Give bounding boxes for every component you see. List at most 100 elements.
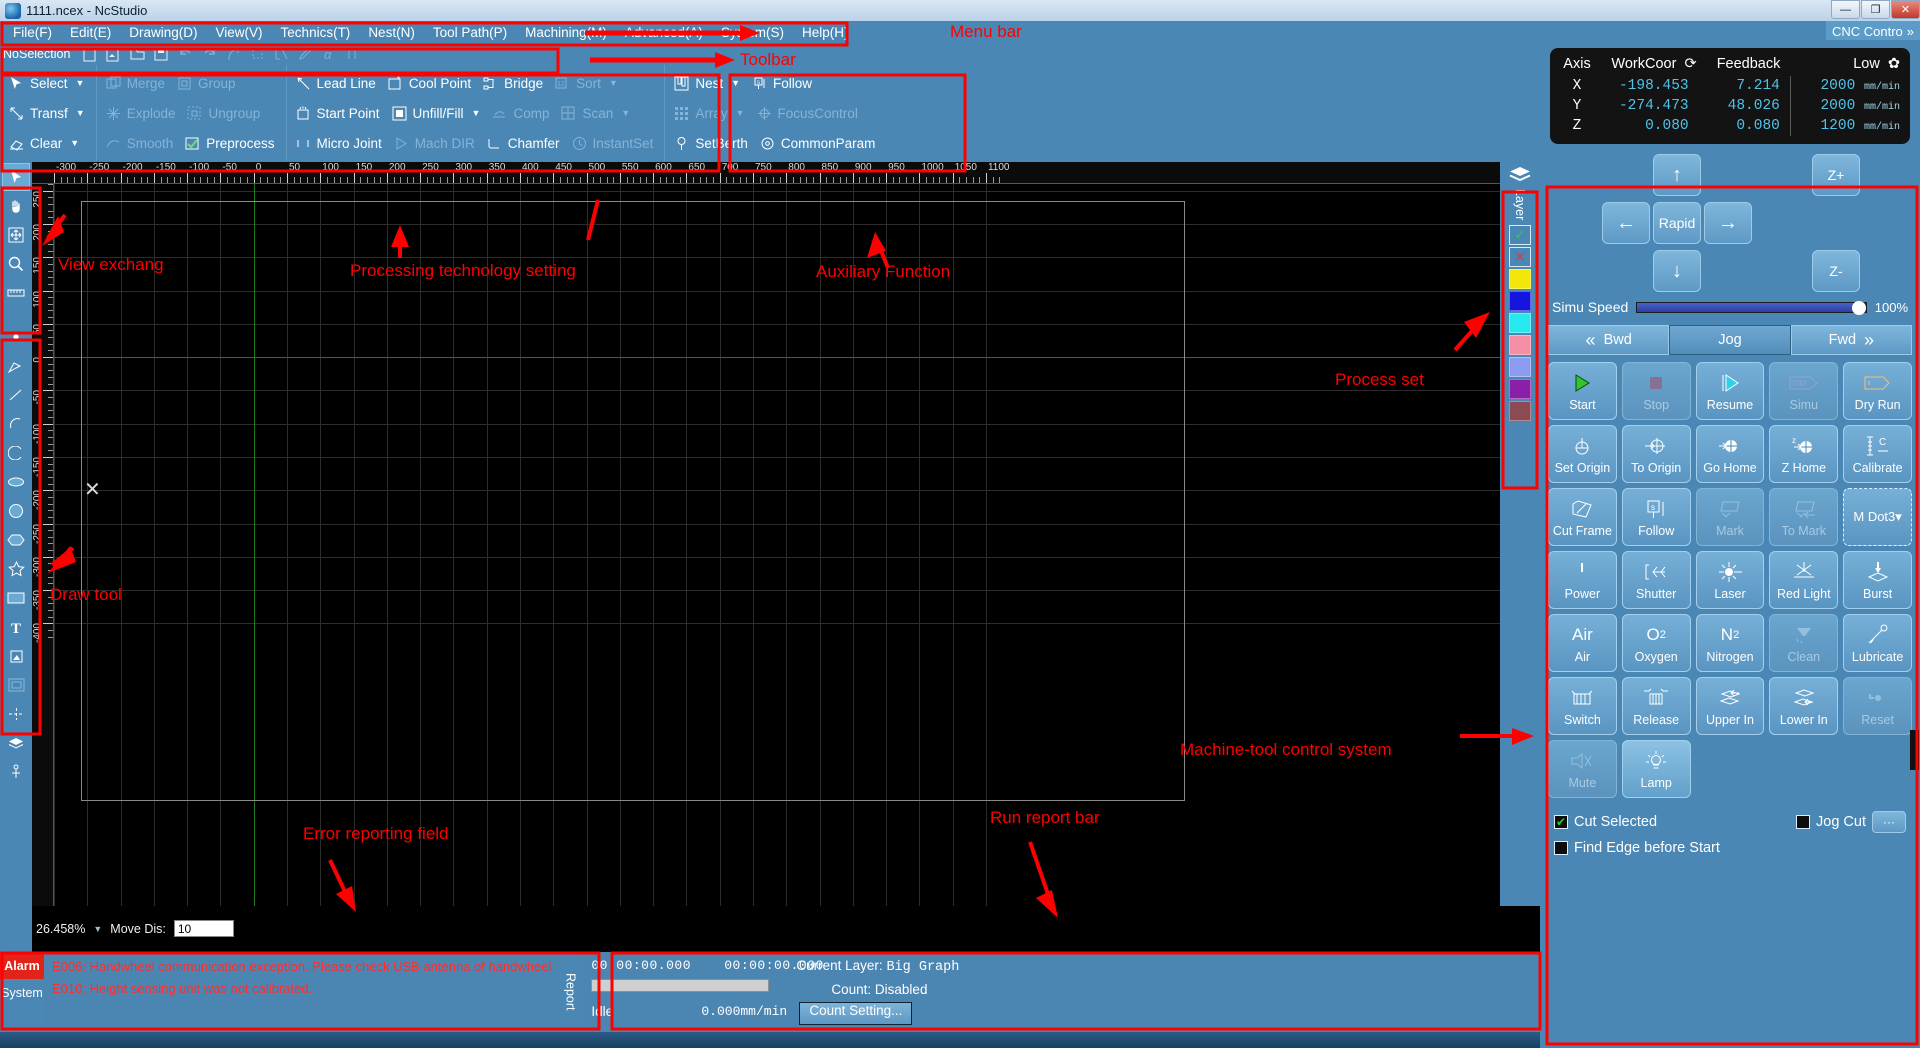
chevron-down-icon[interactable]: ▼ xyxy=(76,108,85,118)
button-calibrate[interactable]: C Calibrate xyxy=(1843,425,1912,483)
button-simu[interactable]: SIM Simu xyxy=(1769,362,1839,420)
panel-scrollbar[interactable] xyxy=(1910,730,1919,770)
close-button[interactable]: ✕ xyxy=(1891,0,1920,19)
button-lubricate[interactable]: Lubricate xyxy=(1843,614,1912,672)
checkbox-cut-selected[interactable]: ✔ xyxy=(1554,815,1568,829)
minimize-button[interactable]: — xyxy=(1831,0,1860,19)
tool-layers-stack-icon[interactable] xyxy=(2,729,30,757)
menu-item-file[interactable]: File(F) xyxy=(4,23,61,42)
button-red-light[interactable]: Red Light xyxy=(1769,551,1839,609)
button-follow[interactable]: s Follow xyxy=(1621,488,1691,546)
tool-arc-icon[interactable] xyxy=(2,439,30,467)
tool-ruler-icon[interactable] xyxy=(2,279,30,307)
tool-zoom-magnifier-icon[interactable] xyxy=(2,250,30,278)
open-folder-icon[interactable] xyxy=(126,45,148,64)
button-lamp[interactable]: Lamp xyxy=(1621,740,1691,798)
ruler-vertical[interactable]: -400 -350 -300 -250 -200 -150 -100 -50 0 50 100 150… xyxy=(32,184,54,906)
tool-text-icon[interactable]: T xyxy=(2,613,30,641)
ribbon-comp-button[interactable]: Comp xyxy=(487,100,556,127)
simu-speed-slider[interactable] xyxy=(1636,300,1867,315)
ribbon-array-button[interactable]: Array ▼ xyxy=(669,100,751,127)
ribbon-ungroup-button[interactable]: Ungroup xyxy=(182,100,267,127)
ribbon-chamfer-button[interactable]: Chamfer xyxy=(482,130,567,157)
open-recent-icon[interactable] xyxy=(102,45,124,64)
chevron-down-icon[interactable]: ▼ xyxy=(609,78,618,88)
jog-mode-button[interactable]: Jog xyxy=(1669,325,1791,355)
button-to-mark[interactable]: To Mark xyxy=(1769,488,1839,546)
ribbon-follow-button[interactable]: s Follow xyxy=(747,70,819,97)
button-lower-in[interactable]: Lower In xyxy=(1769,677,1839,735)
ribbon-sort-button[interactable]: 12 Sort ▼ xyxy=(550,70,625,97)
tool-polyline-icon[interactable] xyxy=(2,352,30,380)
new-file-icon[interactable] xyxy=(78,45,100,64)
ribbon-unfill-fill-button[interactable]: Unfill/Fill ▼ xyxy=(387,100,488,127)
menu-item-nest[interactable]: Nest(N) xyxy=(359,23,424,42)
count-setting-button[interactable]: Count Setting... xyxy=(799,1002,913,1025)
button-stop[interactable]: Stop xyxy=(1621,362,1691,420)
button-set-origin[interactable]: Set Origin xyxy=(1548,425,1617,483)
ribbon-preprocess-button[interactable]: Preprocess xyxy=(180,130,281,157)
tool-ellipse-icon[interactable] xyxy=(2,468,30,496)
ruler-horizontal[interactable]: -300 -250 -200 -150 -100 -50 0 50 100 150 200 250 30… xyxy=(32,162,1500,184)
button-oxygen[interactable]: O 2 Oxygen xyxy=(1621,614,1691,672)
layer-color-swatch-3[interactable] xyxy=(1509,335,1531,356)
ribbon-mach-dir-button[interactable]: Mach DIR xyxy=(389,130,482,157)
jog-up-button[interactable]: ↑ xyxy=(1653,154,1701,196)
tool-arc-3point-icon[interactable] xyxy=(2,410,30,438)
jog-right-button[interactable]: → xyxy=(1704,202,1752,244)
jog-cut-more-button[interactable]: ··· xyxy=(1872,811,1906,833)
refresh-icon[interactable]: ⟳ xyxy=(1684,56,1696,72)
button-air[interactable]: Air Air xyxy=(1548,614,1617,672)
layer-color-swatch-2[interactable] xyxy=(1509,313,1531,334)
button-release[interactable]: Release xyxy=(1621,677,1691,735)
menu-item-drawing[interactable]: Drawing(D) xyxy=(120,23,206,42)
ribbon-bridge-button[interactable]: Bridge xyxy=(478,70,550,97)
button-switch[interactable]: Switch xyxy=(1548,677,1617,735)
chevron-down-icon[interactable]: ▼ xyxy=(472,108,481,118)
drawing-canvas[interactable]: ✕ xyxy=(54,184,1500,906)
button-to-origin[interactable]: To Origin xyxy=(1621,425,1691,483)
tool-point-icon[interactable] xyxy=(2,323,30,351)
menu-item-toolpath[interactable]: Tool Path(P) xyxy=(424,23,516,42)
tool-rectangle-icon[interactable] xyxy=(2,584,30,612)
measure-icon[interactable] xyxy=(270,45,292,64)
gear-icon[interactable]: ✿ xyxy=(1888,56,1900,72)
fwd-button[interactable]: Fwd » xyxy=(1790,325,1912,355)
maximize-button[interactable]: ❐ xyxy=(1861,0,1890,19)
tool-star-icon[interactable] xyxy=(2,555,30,583)
ribbon-micro-joint-button[interactable]: Micro Joint xyxy=(291,130,389,157)
tool-move-cross-icon[interactable] xyxy=(2,221,30,249)
redo-icon[interactable] xyxy=(198,45,220,64)
cnc-control-tab[interactable]: CNC Contro » xyxy=(1825,21,1920,41)
ribbon-group-button[interactable]: Group xyxy=(172,70,243,97)
checkbox-find-edge[interactable] xyxy=(1554,841,1568,855)
button-z-home[interactable]: z Z Home xyxy=(1769,425,1839,483)
menu-item-help[interactable]: Help(H) xyxy=(793,23,858,42)
save-icon[interactable] xyxy=(150,45,172,64)
menu-item-machining[interactable]: Machining(M) xyxy=(516,23,616,42)
button-dry-run[interactable]: Dry Run xyxy=(1843,362,1912,420)
ribbon-start-point-button[interactable]: Start Point xyxy=(291,100,387,127)
button-cut-frame[interactable]: Cut Frame xyxy=(1548,488,1617,546)
node-edit-icon[interactable]: 3 xyxy=(222,45,244,64)
chevron-down-icon[interactable]: ▼ xyxy=(731,78,740,88)
move-dis-input[interactable] xyxy=(173,920,234,937)
tool-line-icon[interactable] xyxy=(2,381,30,409)
button-mark[interactable]: Mark xyxy=(1695,488,1765,546)
tool-image-icon[interactable] xyxy=(2,642,30,670)
tool-circle-filled-icon[interactable] xyxy=(2,497,30,525)
ribbon-set-berth-button[interactable]: SetBerth xyxy=(669,130,755,157)
ribbon-common-param-button[interactable]: CommonParam xyxy=(755,130,883,157)
button-start[interactable]: Start xyxy=(1548,362,1617,420)
bwd-button[interactable]: « Bwd xyxy=(1548,325,1670,355)
tool-cursor-arrow-icon[interactable] xyxy=(2,163,30,191)
layer-color-swatch-1[interactable] xyxy=(1509,291,1531,312)
chevron-down-icon[interactable]: ▼ xyxy=(621,108,630,118)
checkbox-jog-cut[interactable] xyxy=(1796,815,1811,829)
tab-system[interactable]: System xyxy=(0,979,44,1006)
button-power[interactable]: Power xyxy=(1548,551,1617,609)
layer-visible-toggle[interactable]: ✓ xyxy=(1509,225,1531,246)
jog-left-button[interactable]: ← xyxy=(1602,202,1650,244)
jog-down-button[interactable]: ↓ xyxy=(1653,250,1701,292)
ribbon-transf-button[interactable]: Transf ▼ xyxy=(4,100,92,127)
